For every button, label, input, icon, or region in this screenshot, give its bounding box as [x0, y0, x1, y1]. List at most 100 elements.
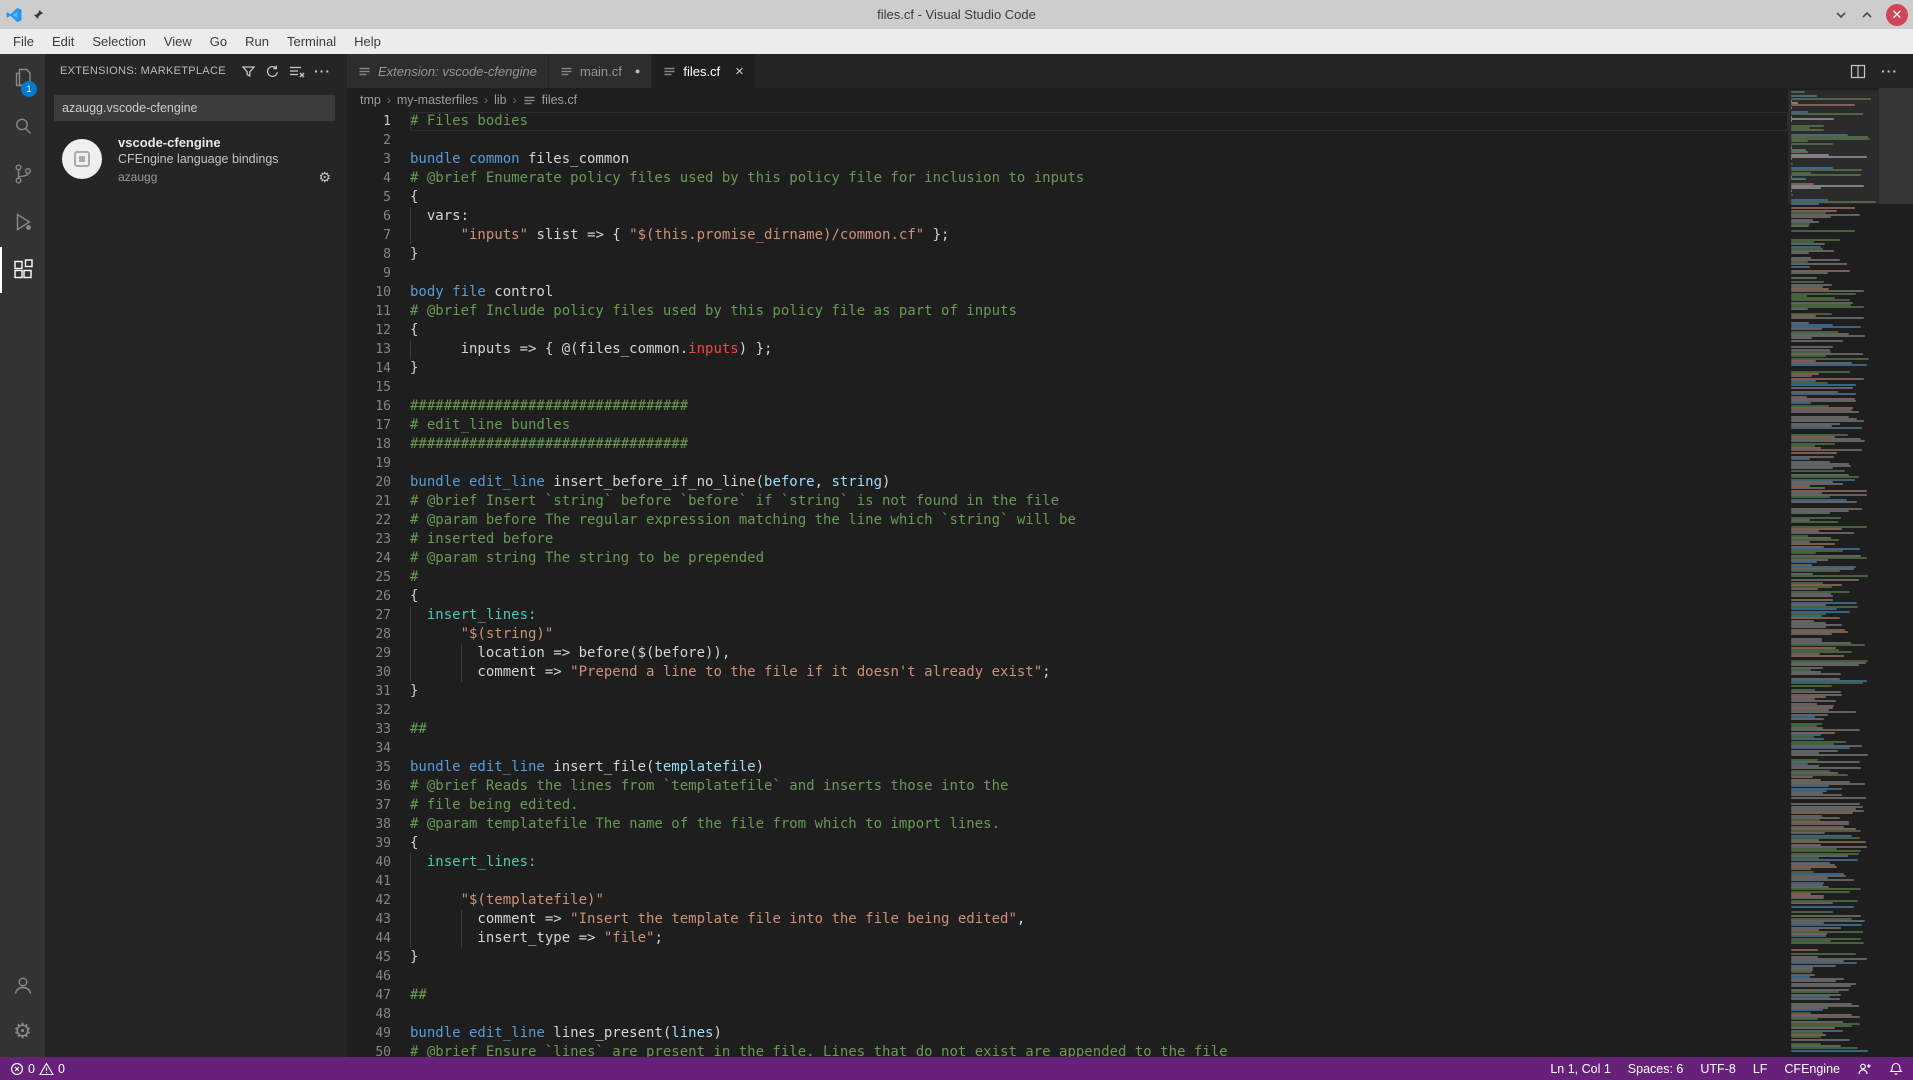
run-and-debug-icon[interactable]: [0, 198, 45, 246]
chevron-up-icon[interactable]: [1860, 8, 1874, 22]
minimap-slider[interactable]: [1788, 90, 1879, 204]
extensions-icon[interactable]: [0, 246, 45, 294]
code-line-37[interactable]: 37# file being edited.: [347, 796, 1788, 815]
code-line-28[interactable]: 28 "$(string)": [347, 625, 1788, 644]
indentation[interactable]: Spaces: 6: [1628, 1062, 1684, 1076]
menu-item-file[interactable]: File: [4, 29, 43, 54]
code-line-44[interactable]: 44 insert_type => "file";: [347, 929, 1788, 948]
code-line-7[interactable]: 7 "inputs" slist => { "$(this.promise_di…: [347, 226, 1788, 245]
filter-icon[interactable]: [241, 64, 256, 79]
code-line-4[interactable]: 4# @brief Enumerate policy files used by…: [347, 169, 1788, 188]
refresh-icon[interactable]: [265, 64, 280, 79]
code-line-47[interactable]: 47##: [347, 986, 1788, 1005]
explorer-icon[interactable]: 1: [0, 54, 45, 102]
code-line-32[interactable]: 32: [347, 701, 1788, 720]
code-line-25[interactable]: 25#: [347, 568, 1788, 587]
extension-manage-gear-icon[interactable]: ⚙: [318, 170, 331, 184]
eol-sequence[interactable]: LF: [1753, 1062, 1768, 1076]
problems-warnings[interactable]: 0: [39, 1062, 65, 1076]
menu-item-terminal[interactable]: Terminal: [278, 29, 345, 54]
code-line-12[interactable]: 12{: [347, 321, 1788, 340]
code-line-21[interactable]: 21# @brief Insert `string` before `befor…: [347, 492, 1788, 511]
menu-item-edit[interactable]: Edit: [43, 29, 83, 54]
code-line-17[interactable]: 17# edit_line bundles: [347, 416, 1788, 435]
line-number: 40: [347, 853, 410, 872]
editor-more-actions-icon[interactable]: ···: [1881, 66, 1898, 76]
scrollbar-thumb[interactable]: [1879, 88, 1913, 204]
tab-files.cf[interactable]: files.cf×: [652, 54, 756, 88]
code-line-20[interactable]: 20bundle edit_line insert_before_if_no_l…: [347, 473, 1788, 492]
code-line-22[interactable]: 22# @param before The regular expression…: [347, 511, 1788, 530]
notifications-bell-icon[interactable]: [1889, 1062, 1903, 1076]
code-line-14[interactable]: 14}: [347, 359, 1788, 378]
code-line-41[interactable]: 41: [347, 872, 1788, 891]
split-editor-icon[interactable]: [1850, 64, 1866, 79]
code-line-9[interactable]: 9: [347, 264, 1788, 283]
code-line-42[interactable]: 42 "$(templatefile)": [347, 891, 1788, 910]
code-line-13[interactable]: 13 inputs => { @(files_common.inputs) };: [347, 340, 1788, 359]
code-line-30[interactable]: 30 comment => "Prepend a line to the fil…: [347, 663, 1788, 682]
window-close-button[interactable]: ✕: [1886, 4, 1908, 26]
code-line-43[interactable]: 43 comment => "Insert the template file …: [347, 910, 1788, 929]
code-line-38[interactable]: 38# @param templatefile The name of the …: [347, 815, 1788, 834]
code-line-46[interactable]: 46: [347, 967, 1788, 986]
language-mode[interactable]: CFEngine: [1784, 1062, 1840, 1076]
feedback-icon[interactable]: [1857, 1062, 1872, 1076]
breadcrumb-item[interactable]: my-masterfiles: [397, 93, 478, 107]
tab-main.cf[interactable]: main.cf●: [549, 54, 652, 88]
code-line-3[interactable]: 3bundle common files_common: [347, 150, 1788, 169]
code-line-18[interactable]: 18#################################: [347, 435, 1788, 454]
code-line-39[interactable]: 39{: [347, 834, 1788, 853]
code-line-34[interactable]: 34: [347, 739, 1788, 758]
code-line-33[interactable]: 33##: [347, 720, 1788, 739]
menu-item-run[interactable]: Run: [236, 29, 278, 54]
code-line-5[interactable]: 5{: [347, 188, 1788, 207]
minimap[interactable]: [1788, 88, 1879, 1057]
code-line-36[interactable]: 36# @brief Reads the lines from `templat…: [347, 777, 1788, 796]
breadcrumb-item[interactable]: tmp: [360, 93, 381, 107]
menu-item-go[interactable]: Go: [201, 29, 236, 54]
breadcrumb-file[interactable]: files.cf: [542, 93, 577, 107]
menu-item-view[interactable]: View: [155, 29, 201, 54]
code-line-23[interactable]: 23# inserted before: [347, 530, 1788, 549]
code-line-29[interactable]: 29 location => before($(before)),: [347, 644, 1788, 663]
code-line-26[interactable]: 26{: [347, 587, 1788, 606]
code-line-1[interactable]: 1# Files bodies: [347, 112, 1788, 131]
problems-errors[interactable]: 0: [10, 1062, 35, 1076]
code-line-6[interactable]: 6 vars:: [347, 207, 1788, 226]
chevron-down-icon[interactable]: [1834, 8, 1848, 22]
source-control-icon[interactable]: [0, 150, 45, 198]
code-line-48[interactable]: 48: [347, 1005, 1788, 1024]
code-line-40[interactable]: 40 insert_lines:: [347, 853, 1788, 872]
code-editor[interactable]: 1# Files bodies23bundle common files_com…: [347, 112, 1788, 1057]
cursor-position[interactable]: Ln 1, Col 1: [1550, 1062, 1610, 1076]
extension-search-input[interactable]: [54, 95, 335, 121]
code-line-35[interactable]: 35bundle edit_line insert_file(templatef…: [347, 758, 1788, 777]
code-line-10[interactable]: 10body file control: [347, 283, 1788, 302]
tab-extension-vscode-cfengine[interactable]: Extension: vscode-cfengine: [347, 54, 549, 88]
code-line-24[interactable]: 24# @param string The string to be prepe…: [347, 549, 1788, 568]
more-actions-icon[interactable]: ···: [314, 66, 331, 76]
code-line-50[interactable]: 50# @brief Ensure `lines` are present in…: [347, 1043, 1788, 1057]
menu-item-help[interactable]: Help: [345, 29, 390, 54]
accounts-icon[interactable]: [0, 961, 45, 1009]
code-line-16[interactable]: 16#################################: [347, 397, 1788, 416]
code-line-8[interactable]: 8}: [347, 245, 1788, 264]
code-line-31[interactable]: 31}: [347, 682, 1788, 701]
settings-gear-icon[interactable]: ⚙: [0, 1007, 45, 1055]
code-line-49[interactable]: 49bundle edit_line lines_present(lines): [347, 1024, 1788, 1043]
extension-list-item[interactable]: vscode-cfengine CFEngine language bindin…: [45, 128, 347, 192]
code-line-27[interactable]: 27 insert_lines:: [347, 606, 1788, 625]
code-line-2[interactable]: 2: [347, 131, 1788, 150]
code-line-11[interactable]: 11# @brief Include policy files used by …: [347, 302, 1788, 321]
breadcrumb-item[interactable]: lib: [494, 93, 507, 107]
clear-extension-search-icon[interactable]: [289, 64, 305, 79]
code-line-15[interactable]: 15: [347, 378, 1788, 397]
search-icon[interactable]: [0, 102, 45, 150]
modified-dot-icon[interactable]: ●: [635, 66, 640, 76]
menu-item-selection[interactable]: Selection: [83, 29, 154, 54]
code-line-19[interactable]: 19: [347, 454, 1788, 473]
code-line-45[interactable]: 45}: [347, 948, 1788, 967]
encoding[interactable]: UTF-8: [1700, 1062, 1735, 1076]
close-tab-icon[interactable]: ×: [735, 64, 744, 79]
